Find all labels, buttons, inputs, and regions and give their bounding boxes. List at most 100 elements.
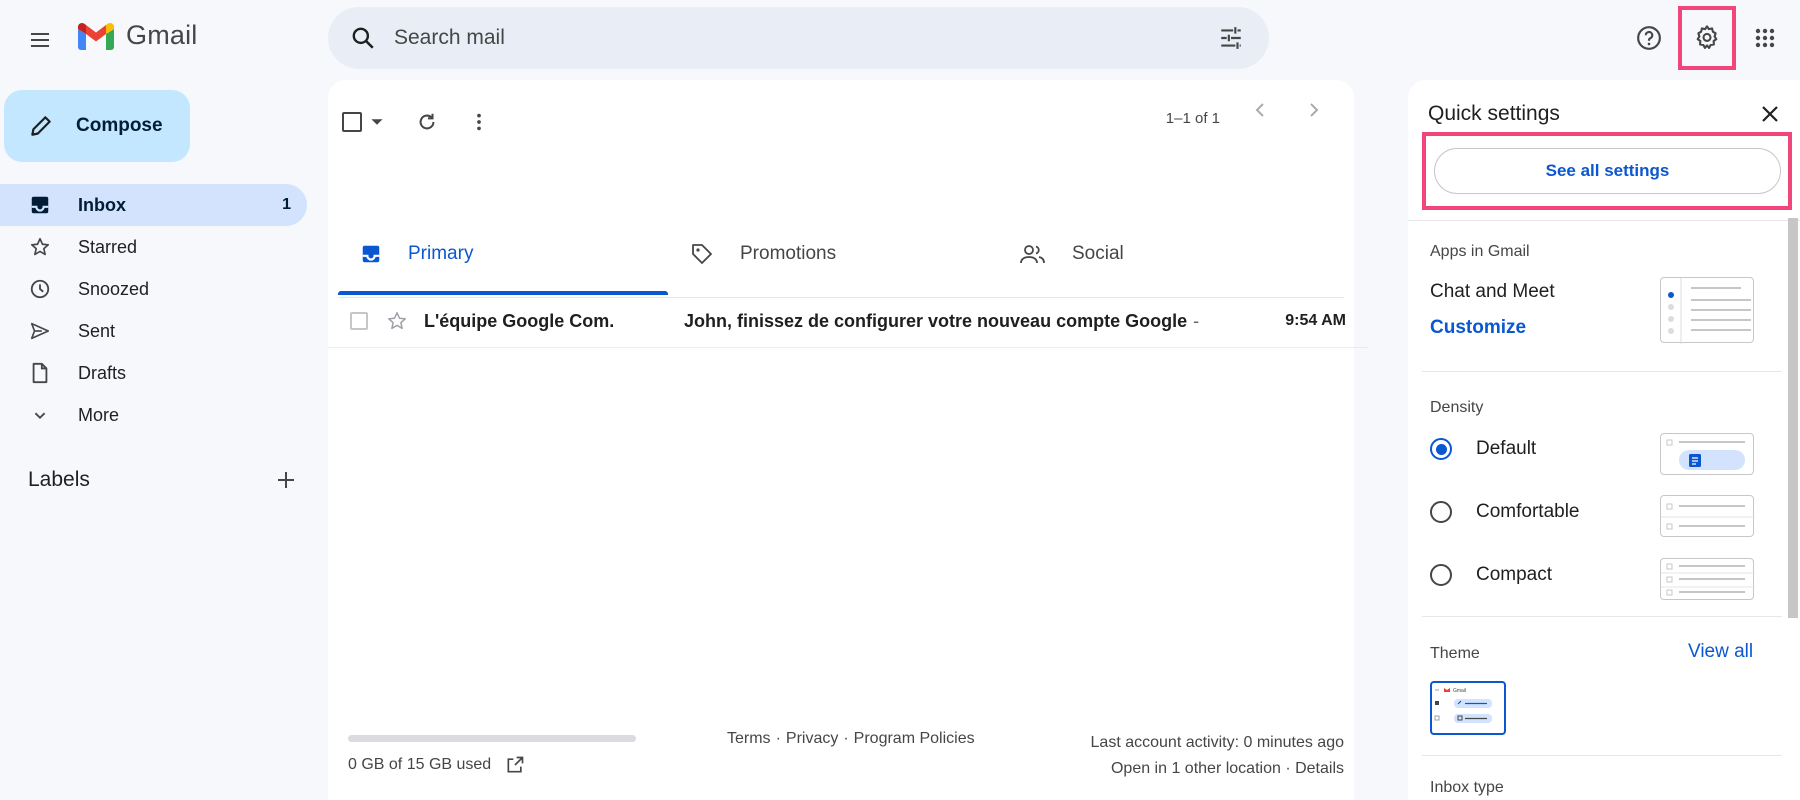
more-options-button[interactable] <box>468 102 490 142</box>
chevron-right-icon <box>1310 103 1319 117</box>
compose-button[interactable]: Compose <box>4 90 190 162</box>
apps-section-title: Apps in Gmail <box>1430 243 1760 261</box>
sidebar-item-drafts[interactable]: Drafts <box>0 352 307 394</box>
separator: · <box>775 730 781 747</box>
theme-preview-icon: Gmail <box>1434 688 1492 723</box>
tab-label: Promotions <box>740 243 837 264</box>
tab-social[interactable]: Social <box>998 214 1328 294</box>
sidebar-item-snoozed[interactable]: Snoozed <box>0 268 307 310</box>
help-icon <box>1637 26 1661 50</box>
main-menu-button[interactable] <box>22 22 58 58</box>
chevron-down-icon <box>34 412 46 420</box>
density-comfortable-option[interactable]: Comfortable <box>1430 501 1580 523</box>
section-title: Theme <box>1430 645 1480 662</box>
density-default-option[interactable]: Default <box>1430 438 1536 460</box>
sidebar-nav: Inbox 1 Starred Snoozed Sent Drafts More <box>0 184 307 436</box>
tag-icon <box>692 244 712 264</box>
density-compact-option[interactable]: Compact <box>1430 564 1552 586</box>
newer-button[interactable] <box>1302 98 1326 122</box>
sidebar-item-inbox[interactable]: Inbox 1 <box>0 184 307 226</box>
settings-button[interactable] <box>1678 6 1736 70</box>
inbox-icon <box>31 196 49 214</box>
refresh-icon <box>419 113 435 130</box>
gmail-m-icon <box>78 22 114 50</box>
sidebar-item-label: Starred <box>78 236 138 257</box>
quick-settings-scrollbar[interactable] <box>1788 218 1798 618</box>
tab-promotions[interactable]: Promotions <box>668 214 998 294</box>
clock-icon <box>30 279 50 299</box>
terms-link[interactable]: Terms <box>727 730 771 748</box>
gmail-logo[interactable]: Gmail <box>76 20 198 51</box>
older-button[interactable] <box>1248 98 1272 122</box>
pagination-count: 1–1 of 1 <box>1165 110 1220 127</box>
chevron-left-icon <box>1255 103 1264 117</box>
separator: · <box>843 730 849 747</box>
send-icon <box>30 322 50 340</box>
density-compact-preview <box>1660 558 1755 600</box>
google-apps-button[interactable] <box>1743 16 1787 60</box>
tune-icon <box>1221 27 1241 49</box>
star-icon[interactable] <box>386 310 408 332</box>
see-all-settings-button[interactable]: See all settings <box>1434 148 1781 194</box>
density-comfortable-preview <box>1660 495 1755 537</box>
search-options-button[interactable] <box>1203 10 1259 66</box>
section-title: Inbox type <box>1430 779 1504 796</box>
density-default-preview <box>1660 433 1754 475</box>
email-sender: L'équipe Google Com. <box>424 310 615 331</box>
storage-text: 0 GB of 15 GB used <box>348 756 492 773</box>
storage-info: 0 GB of 15 GB used <box>348 755 525 775</box>
view-all-themes-link[interactable]: View all <box>1688 641 1753 663</box>
email-row[interactable]: L'équipe Google Com. John, finissez de c… <box>328 295 1368 348</box>
email-snippet-separator: - <box>1193 310 1200 331</box>
radio-unselected-icon[interactable] <box>1430 564 1452 586</box>
apps-grid-icon <box>1755 28 1775 48</box>
refresh-button[interactable] <box>416 102 438 142</box>
quick-settings-panel: Quick settings See all settings Apps in … <box>1408 80 1800 800</box>
caret-down-icon <box>371 119 383 125</box>
email-time: 9:54 AM <box>1285 312 1346 329</box>
sidebar-item-label: Sent <box>78 320 116 341</box>
email-select-checkbox[interactable] <box>350 312 368 330</box>
privacy-link[interactable]: Privacy <box>786 730 838 748</box>
details-link[interactable]: Details <box>1295 760 1344 777</box>
density-preview-icon <box>1666 439 1745 470</box>
select-all-checkbox[interactable] <box>342 102 384 142</box>
close-quick-settings-button[interactable] <box>1752 96 1788 132</box>
pencil-icon <box>31 116 51 136</box>
search-input[interactable] <box>394 26 1203 50</box>
email-subject: John, finissez de configurer votre nouve… <box>684 310 1188 331</box>
sidebar-item-sent[interactable]: Sent <box>0 310 307 352</box>
search-button[interactable] <box>332 7 394 69</box>
account-activity: Last account activity: 0 minutes ago Ope… <box>1091 730 1344 782</box>
plus-icon[interactable] <box>274 468 298 492</box>
mail-list-panel: 1–1 of 1 Primary Promotions Social L'équ… <box>328 80 1368 800</box>
quick-settings-content[interactable]: Apps in Gmail Chat and Meet Customize De… <box>1408 220 1800 800</box>
divider <box>1422 616 1782 617</box>
hamburger-icon <box>31 33 49 47</box>
search-icon <box>352 27 374 49</box>
radio-unselected-icon[interactable] <box>1430 501 1452 523</box>
support-button[interactable] <box>1627 16 1671 60</box>
sidebar-item-label: More <box>78 404 120 425</box>
radio-selected-icon[interactable] <box>1430 438 1452 460</box>
theme-preview[interactable]: Gmail <box>1430 681 1506 735</box>
tab-primary[interactable]: Primary <box>338 214 668 295</box>
density-preview-icon <box>1661 563 1755 596</box>
last-activity-text: Last account activity: 0 minutes ago <box>1090 734 1344 751</box>
sidebar-item-starred[interactable]: Starred <box>0 226 307 268</box>
inbox-icon <box>362 245 380 263</box>
close-icon <box>1762 106 1778 122</box>
program-policies-link[interactable]: Program Policies <box>854 730 975 748</box>
tab-label: Social <box>1072 243 1124 264</box>
open-external-icon[interactable] <box>505 755 525 775</box>
density-label: Compact <box>1476 564 1553 585</box>
density-preview-icon <box>1661 503 1755 530</box>
inbox-count: 1 <box>282 196 291 213</box>
app-name: Gmail <box>126 20 198 50</box>
sidebar-item-more[interactable]: More <box>0 394 307 436</box>
labels-header: Labels <box>28 468 298 492</box>
layout-preview-icon <box>1668 278 1751 344</box>
quick-settings-title: Quick settings <box>1428 102 1560 125</box>
tab-label: Primary <box>408 243 474 264</box>
customize-link[interactable]: Customize <box>1430 317 1526 339</box>
